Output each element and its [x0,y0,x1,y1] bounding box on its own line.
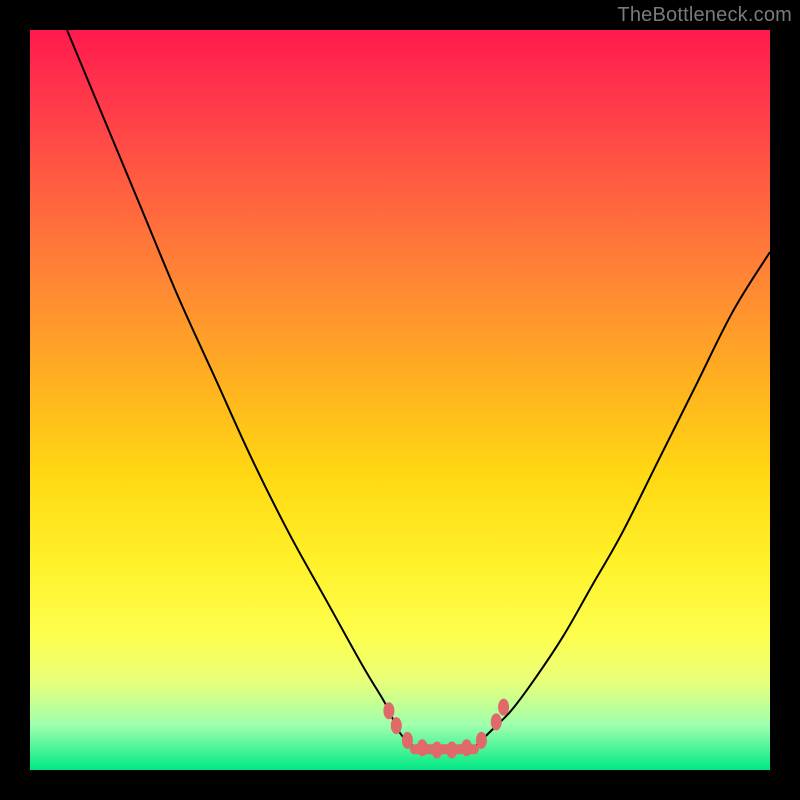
plot-area [30,30,770,770]
marker-dot [498,699,509,716]
marker-dot [391,717,402,734]
attribution-text: TheBottleneck.com [617,4,792,27]
marker-dot [417,739,428,756]
marker-dot [432,742,443,759]
marker-dot [476,732,487,749]
marker-dot [446,742,457,759]
marker-dot [383,702,394,719]
right-curve [474,252,770,748]
chart-frame: TheBottleneck.com [0,0,800,800]
marker-dot [402,732,413,749]
marker-dot [491,713,502,730]
marker-dot [461,739,472,756]
left-curve [67,30,415,748]
curve-layer [30,30,770,770]
